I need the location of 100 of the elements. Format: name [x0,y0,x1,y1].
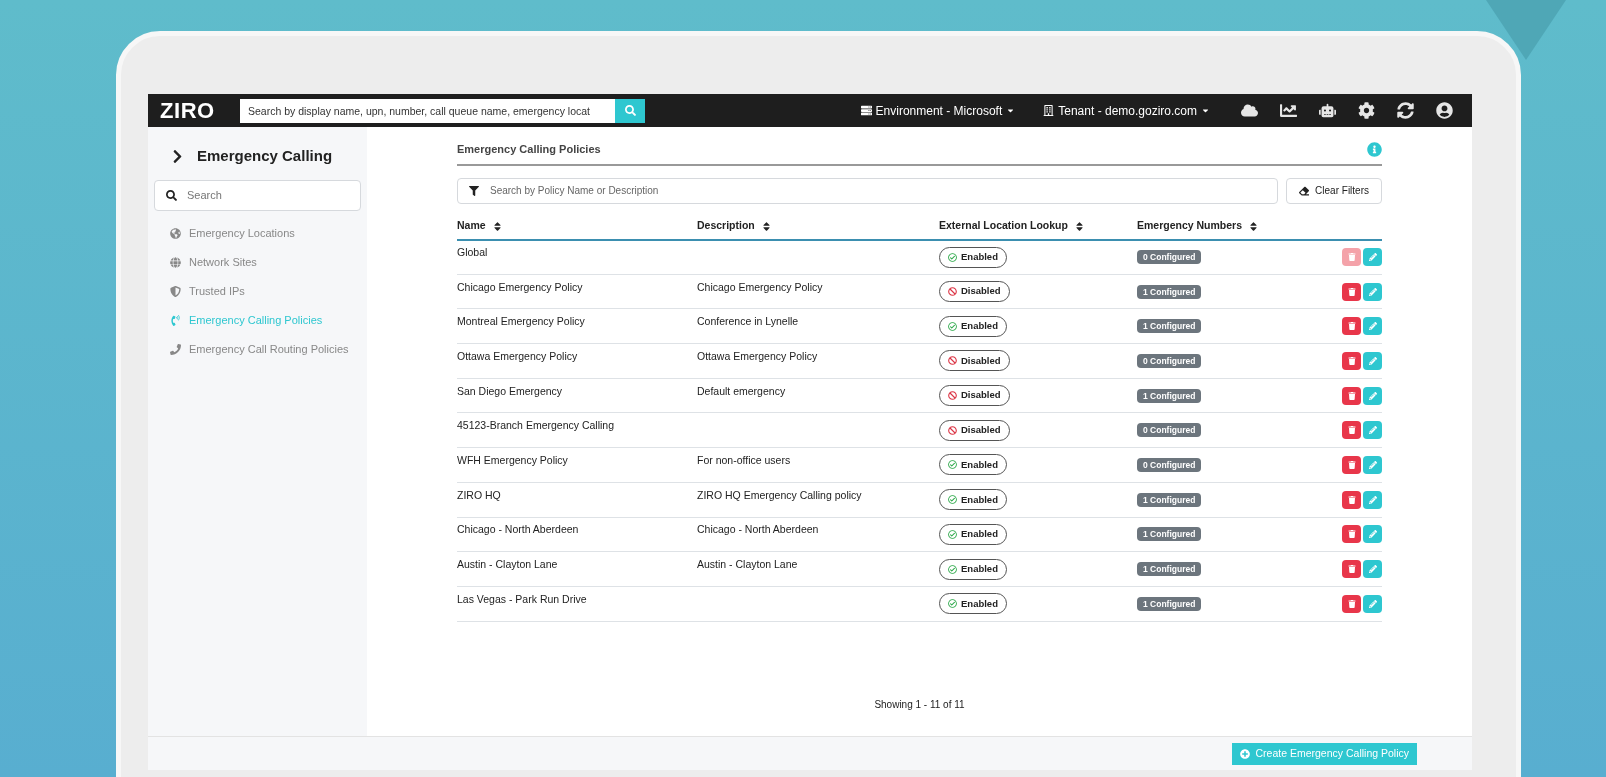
pagination-text: Showing 1 - 11 of 11 [874,698,965,712]
delete-button[interactable] [1342,490,1361,509]
delete-button[interactable] [1342,594,1361,613]
clear-filters-button[interactable]: Clear Filters [1286,177,1382,204]
table-cell: Conference in Lynelle [697,315,799,328]
check-icon [948,564,957,574]
settings-icon[interactable] [1358,102,1375,119]
table-cell: ZIRO HQ [457,488,501,501]
check-icon [948,460,957,470]
pencil-icon [1368,356,1377,365]
delete-button[interactable] [1342,560,1361,579]
pencil-icon [1368,322,1377,331]
count-badge: 1 Configured [1137,562,1202,577]
pencil-icon [1368,530,1377,539]
sidebar-item[interactable]: Emergency Call Routing Policies [154,334,361,364]
count-badge: 1 Configured [1137,388,1202,403]
caret-icon [1006,106,1016,115]
pencil-icon [1368,599,1377,608]
table-cell: Austin - Clayton Lane [457,558,558,571]
table-cell: Global [457,246,488,259]
robot-icon[interactable] [1319,102,1336,119]
globe-icon [170,256,181,268]
table-cell: 45123-Branch Emergency Calling [457,419,614,432]
pencil-icon [1368,391,1377,400]
trash-icon [1347,530,1356,539]
filter-field[interactable]: Search by Policy Name or Description [457,177,1279,204]
eraser-icon [1299,185,1310,196]
sort-icon [760,220,772,232]
table-cell: Chicago Emergency Policy [697,280,823,293]
phone-icon [170,343,181,355]
table-cell: San Diego Emergency [457,384,563,397]
count-badge: 1 Configured [1137,284,1202,299]
check-icon [948,529,957,539]
delete-button[interactable] [1342,525,1361,544]
ban-icon [948,425,957,435]
table-cell: Ottawa Emergency Policy [457,350,578,363]
filter-icon [469,185,479,196]
pencil-icon [1368,426,1377,435]
sidebar-title: Emergency Calling [197,146,333,166]
chart-icon[interactable] [1280,102,1297,119]
check-icon [948,252,957,262]
delete-button[interactable] [1342,351,1361,370]
trash-icon [1347,565,1356,574]
table-cell: Ottawa Emergency Policy [697,350,818,363]
delete-button[interactable] [1342,421,1361,440]
server-icon [860,105,872,116]
trash-icon [1347,426,1356,435]
column-header[interactable]: Emergency Numbers [1137,213,1327,240]
trash-icon [1347,322,1356,331]
table-cell: Austin - Clayton Lane [697,558,798,571]
pencil-icon [1368,253,1377,262]
check-icon [948,495,957,505]
plus-icon [1239,748,1250,759]
table-cell: Default emergency [697,384,786,397]
table-cell: For non-office users [697,454,791,467]
cloud-icon[interactable] [1241,102,1258,119]
trash-icon [1347,599,1356,608]
delete-button[interactable] [1342,386,1361,405]
pencil-icon [1368,565,1377,574]
logo: ZIRO [160,97,216,125]
table-cell: ZIRO HQ Emergency Calling policy [697,488,862,501]
count-badge: 1 Configured [1137,319,1202,334]
ban-icon [948,356,957,366]
delete-button[interactable] [1342,455,1361,474]
ban-icon [948,391,957,401]
count-badge: 0 Configured [1137,423,1202,438]
count-badge: 0 Configured [1137,250,1202,265]
column-header[interactable]: External Location Lookup [939,213,1137,240]
trash-icon [1347,391,1356,400]
sidebar-item[interactable]: Trusted IPs [154,276,361,306]
sidebar-search-field[interactable]: Search [154,179,361,211]
check-icon [948,599,957,609]
search-icon [624,105,636,116]
refresh-icon[interactable] [1397,102,1414,119]
delete-button[interactable] [1342,317,1361,336]
environment-dropdown[interactable]: Environment - Microsoft [860,101,1016,120]
sidebar-item[interactable]: Emergency Locations [154,218,361,248]
table-cell: Chicago - North Aberdeen [697,523,819,536]
trash-icon [1347,356,1356,365]
check-icon [948,321,957,331]
table-cell: Chicago - North Aberdeen [457,523,579,536]
count-badge: 0 Configured [1137,458,1202,473]
search-field[interactable]: Search by display name, upn, number, call queue name, emergency locat [240,98,615,123]
column-header[interactable]: Description [697,213,939,240]
tenant-dropdown[interactable]: Tenant - demo.goziro.com [1043,101,1210,120]
page-title: Emergency Calling Policies [457,142,601,157]
shield-icon [170,285,181,297]
delete-button[interactable] [1342,282,1361,301]
column-header[interactable]: Name [457,213,697,240]
pencil-icon [1368,460,1377,469]
user-icon[interactable] [1436,102,1453,119]
sort-icon [1073,220,1085,232]
sidebar-item[interactable]: Network Sites [154,247,361,277]
table-cell: WFH Emergency Policy [457,454,568,467]
table-cell: Chicago Emergency Policy [457,280,583,293]
ban-icon [948,287,957,297]
pencil-icon [1368,495,1377,504]
count-badge: 1 Configured [1137,492,1202,507]
trash-icon [1347,495,1356,504]
search-button[interactable] [615,98,645,123]
